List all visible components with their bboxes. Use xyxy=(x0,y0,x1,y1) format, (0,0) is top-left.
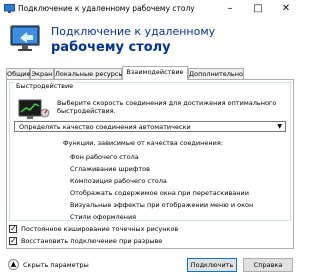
dialog-footer: ▲ Скрыть параметры Подключить Справка xyxy=(0,251,300,279)
feature-font-smoothing: Сглаживание шрифтов xyxy=(70,165,150,173)
maximize-button[interactable]: □ xyxy=(244,0,272,18)
feature-menu-window-animation: Визуальные эффекты при отображении меню … xyxy=(70,201,254,209)
connection-speed-select[interactable]: Определять качество соединения автоматич… xyxy=(14,121,286,132)
connect-button[interactable]: Подключить xyxy=(187,258,237,272)
reconnect-on-drop-checkbox[interactable]: ✓ xyxy=(9,236,17,245)
header-title-line1: Подключение к удаленному xyxy=(51,25,216,38)
remote-desktop-app-icon xyxy=(4,4,15,13)
persistent-bitmap-caching-option[interactable]: ✓ Постоянное кэширование точечных рисунк… xyxy=(9,224,289,235)
feature-visual-styles: Стили оформления xyxy=(70,213,137,221)
feature-desktop-background: Фон рабочего стола xyxy=(70,153,139,161)
performance-monitor-icon xyxy=(18,99,50,119)
feature-show-window-contents-while-dragging: Отображать содержимое окна при перетаски… xyxy=(70,189,249,197)
hide-options-label: Скрыть параметры xyxy=(23,261,89,269)
help-button[interactable]: Справка xyxy=(243,258,293,272)
performance-group-label: Быстродействие xyxy=(14,82,76,90)
feature-desktop-composition: Композиция рабочего стола xyxy=(70,177,167,185)
tab-general[interactable]: Общие xyxy=(6,68,30,79)
performance-group: Быстродействие Выберите скорость соедине… xyxy=(9,82,291,221)
header-title-line2: рабочему столу xyxy=(51,40,171,55)
remote-desktop-monitor-icon xyxy=(10,25,40,51)
performance-description: Выберите скорость соединения для достиже… xyxy=(57,99,277,115)
tab-display[interactable]: Экран xyxy=(30,68,54,79)
tab-local-resources[interactable]: Локальные ресурсы xyxy=(54,68,124,79)
window-title: Подключение к удаленному рабочему столу xyxy=(18,4,195,13)
experience-panel: Быстродействие Выберите скорость соедине… xyxy=(6,79,294,249)
connection-speed-selected-value: Определять качество соединения автоматич… xyxy=(19,123,191,131)
title-bar: Подключение к удаленному рабочему столу … xyxy=(0,0,300,18)
chevron-down-icon: ▼ xyxy=(277,123,282,130)
persistent-bitmap-caching-label: Постоянное кэширование точечных рисунков xyxy=(21,225,179,233)
features-title: Функции, зависимые от качества соединени… xyxy=(63,139,223,147)
checkmark-icon: ✓ xyxy=(10,236,17,245)
close-button[interactable]: ✕ xyxy=(272,0,300,18)
persistent-bitmap-caching-checkbox[interactable]: ✓ xyxy=(9,224,17,233)
checkmark-icon: ✓ xyxy=(10,224,17,233)
minimize-button[interactable]: – xyxy=(216,0,244,18)
tab-experience[interactable]: Взаимодействие xyxy=(122,66,188,80)
reconnect-on-drop-label: Восстановить подключение при разрыве xyxy=(21,237,163,245)
reconnect-on-drop-option[interactable]: ✓ Восстановить подключение при разрыве xyxy=(9,236,289,247)
collapse-arrow-icon: ▲ xyxy=(8,259,19,270)
tab-advanced[interactable]: Дополнительно xyxy=(188,68,244,79)
header-banner: Подключение к удаленному рабочему столу xyxy=(0,18,300,64)
